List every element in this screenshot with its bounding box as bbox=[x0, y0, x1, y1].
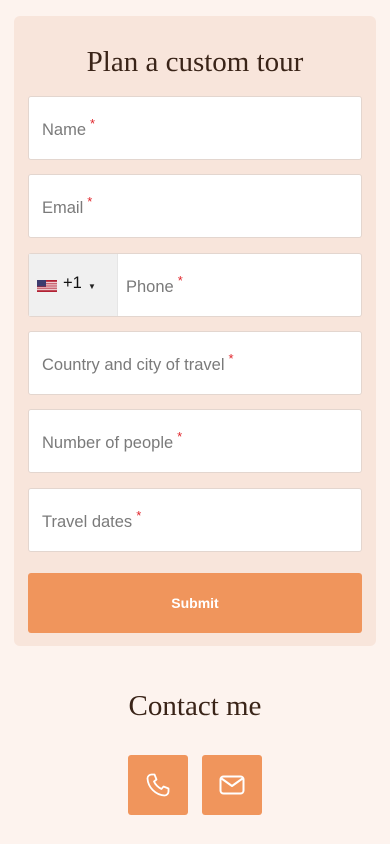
phone-field[interactable]: +1 ▼ Phone * bbox=[28, 253, 362, 317]
travel-dates-field[interactable]: Travel dates * bbox=[28, 488, 362, 552]
name-placeholder: Name * bbox=[42, 116, 96, 139]
name-field[interactable]: Name * bbox=[28, 96, 362, 160]
mail-icon bbox=[219, 775, 245, 795]
chevron-down-icon: ▼ bbox=[88, 282, 96, 291]
contact-title: Contact me bbox=[128, 690, 262, 722]
phone-placeholder: Phone * bbox=[126, 273, 183, 296]
people-count-field[interactable]: Number of people * bbox=[28, 409, 362, 473]
required-asterisk: * bbox=[177, 429, 183, 444]
people-count-placeholder: Number of people * bbox=[42, 429, 183, 452]
us-flag-icon bbox=[37, 280, 57, 292]
required-asterisk: * bbox=[87, 194, 93, 209]
email-placeholder: Email * bbox=[42, 194, 93, 217]
required-asterisk: * bbox=[228, 351, 234, 366]
required-asterisk: * bbox=[177, 273, 183, 288]
country-code: +1 bbox=[63, 274, 82, 292]
required-asterisk: * bbox=[90, 116, 96, 131]
travel-dates-placeholder: Travel dates * bbox=[42, 508, 142, 531]
submit-button[interactable]: Submit bbox=[28, 573, 362, 633]
phone-icon bbox=[146, 773, 170, 797]
destination-field[interactable]: Country and city of travel * bbox=[28, 331, 362, 395]
form-title: Plan a custom tour bbox=[86, 46, 304, 78]
email-button[interactable] bbox=[202, 755, 262, 815]
country-code-select[interactable]: +1 ▼ bbox=[29, 254, 118, 316]
destination-placeholder: Country and city of travel * bbox=[42, 351, 234, 374]
email-field[interactable]: Email * bbox=[28, 174, 362, 238]
required-asterisk: * bbox=[136, 508, 142, 523]
phone-button[interactable] bbox=[128, 755, 188, 815]
